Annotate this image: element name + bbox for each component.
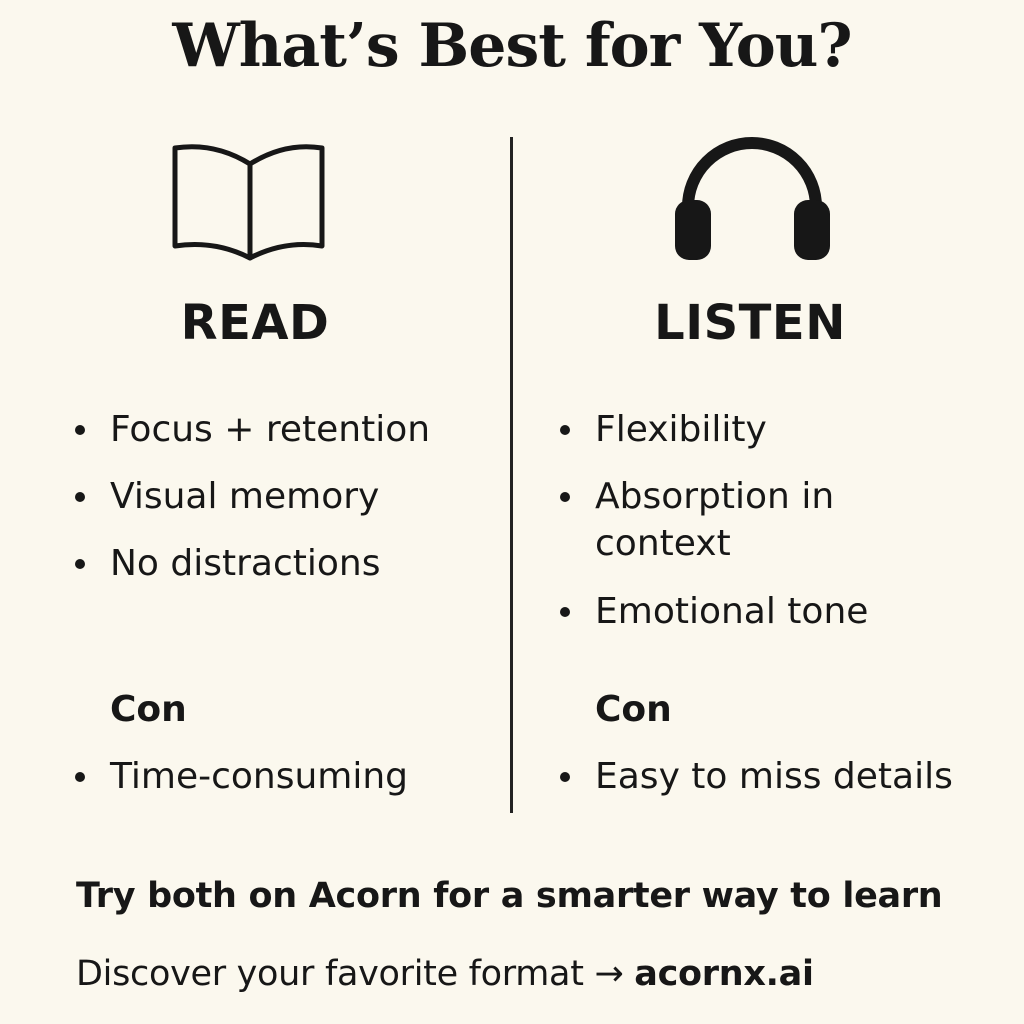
acorn-link[interactable]: acornx.ai: [634, 954, 814, 994]
bullet-icon: [75, 772, 85, 782]
listen-pro-item: Absorption in: [595, 476, 835, 517]
page-title: What’s Best for You?: [172, 11, 852, 81]
discover-line: Discover your favorite format → acornx.a…: [76, 950, 814, 998]
headphones-icon: [675, 137, 830, 260]
bullet-icon: [75, 559, 85, 569]
bullet-icon: [560, 425, 570, 435]
read-pro-item: Focus + retention: [110, 409, 431, 450]
read-heading: READ: [180, 295, 330, 351]
listen-pro-item-continued: context: [595, 523, 731, 564]
bullet-icon: [560, 492, 570, 502]
read-con-label: Con: [110, 689, 187, 730]
listen-heading: LISTEN: [654, 295, 846, 351]
listen-pro-item: Emotional tone: [595, 591, 869, 632]
bullet-icon: [75, 425, 85, 435]
read-con-item: Time-consuming: [110, 756, 409, 797]
call-to-action: Try both on Acorn for a smarter way to l…: [76, 876, 943, 916]
bullet-icon: [560, 772, 570, 782]
listen-con-item: Easy to miss details: [595, 756, 953, 797]
bullet-icon: [75, 492, 85, 502]
listen-pro-item: Flexibility: [595, 409, 767, 450]
bullet-icon: [560, 607, 570, 617]
read-pro-item: No distractions: [110, 543, 381, 584]
column-divider: [510, 137, 513, 813]
read-pro-item: Visual memory: [110, 476, 380, 517]
listen-con-label: Con: [595, 689, 672, 730]
discover-text: Discover your favorite format →: [76, 954, 635, 994]
open-book-icon: [172, 144, 325, 261]
